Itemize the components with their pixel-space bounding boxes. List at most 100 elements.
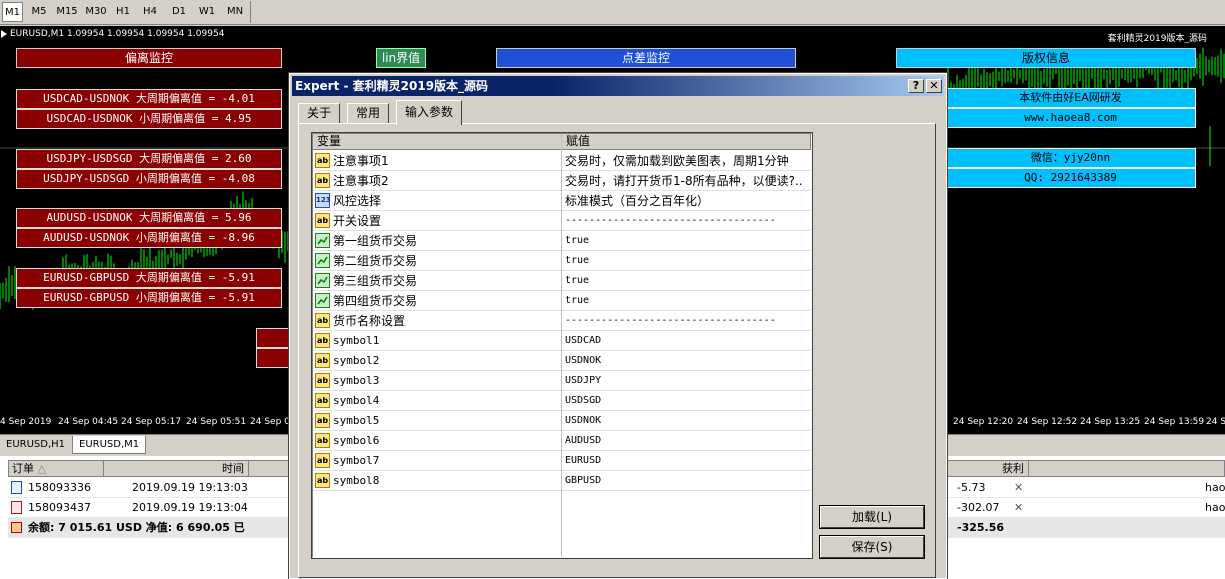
close-button[interactable]: ✕	[926, 79, 942, 93]
input-value[interactable]: EURUSD	[565, 451, 811, 471]
profit-column-header[interactable]: 获利	[949, 461, 1029, 476]
tf-h4-button[interactable]: H4	[139, 2, 161, 22]
close-order-icon[interactable]: ✕	[1014, 478, 1023, 498]
deviation-label: AUDUSD-USDNOK 大周期偏离值 = 5.96	[16, 208, 282, 228]
input-value[interactable]: 交易时，请打开货币1-8所有品种，以便读?..	[565, 171, 811, 191]
time-axis-label: 24 Sep 12:20	[953, 417, 1014, 427]
tf-m5-button[interactable]: M5	[27, 2, 51, 22]
deviation-label: USDCAD-USDNOK 小周期偏离值 = 4.95	[16, 109, 282, 129]
tf-mn-button[interactable]: MN	[222, 2, 248, 22]
input-row[interactable]: 123 风控选择 标准模式（百分之百年化）	[313, 191, 811, 211]
input-value[interactable]: -----------------------------------	[565, 211, 811, 231]
tab-common[interactable]: 常用	[347, 103, 390, 124]
input-value[interactable]: USDSGD	[565, 391, 811, 411]
input-variable-name: 风控选择	[333, 194, 382, 208]
input-value[interactable]: USDNOK	[565, 411, 811, 431]
input-row[interactable]: ab symbol3 USDJPY	[313, 371, 811, 391]
help-button[interactable]: ?	[908, 79, 924, 93]
input-value[interactable]: true	[565, 291, 811, 311]
tab-about[interactable]: 关于	[298, 103, 341, 124]
close-order-icon[interactable]: ✕	[1014, 498, 1023, 518]
input-row[interactable]: ab symbol7 EURUSD	[313, 451, 811, 471]
sort-up-icon: △	[37, 462, 46, 475]
input-variable-name: 第一组货币交易	[333, 234, 418, 248]
input-row[interactable]: 第二组货币交易 true	[313, 251, 811, 271]
string-type-icon: ab	[315, 173, 330, 188]
tf-m30-button[interactable]: M30	[83, 2, 109, 22]
deviation-monitor-button[interactable]: 偏离监控	[16, 48, 282, 68]
time-column-header[interactable]: 时间	[104, 461, 249, 476]
input-row[interactable]: 第一组货币交易 true	[313, 231, 811, 251]
sell-order-icon	[11, 501, 22, 514]
string-type-icon: ab	[315, 213, 330, 228]
input-value[interactable]: -----------------------------------	[565, 311, 811, 331]
input-variable-name: 注意事项1	[333, 154, 389, 168]
dialog-title-bar[interactable]: Expert - 套利精灵2019版本_源码 ? ✕	[292, 76, 944, 96]
input-row[interactable]: ab symbol8 GBPUSD	[313, 471, 811, 491]
order-column-header[interactable]: 订单 △	[9, 461, 104, 476]
input-variable-name: symbol6	[333, 434, 380, 447]
tf-h1-button[interactable]: H1	[112, 2, 134, 22]
input-row[interactable]: ab 开关设置 ----------------------------------…	[313, 211, 811, 231]
input-value[interactable]: USDCAD	[565, 331, 811, 351]
tf-d1-button[interactable]: D1	[166, 2, 192, 22]
tf-m1-button[interactable]: M1	[2, 2, 23, 22]
developer-info-label: 本软件由好EA网研发	[945, 88, 1196, 108]
input-value[interactable]: 交易时，仅需加载到欧美图表，周期1分钟	[565, 151, 811, 171]
input-row[interactable]: ab 注意事项2 交易时，请打开货币1-8所有品种，以便读?..	[313, 171, 811, 191]
save-button[interactable]: 保存(S)	[819, 535, 925, 559]
balance-summary: 余额: 7 015.61 USD 净值: 6 690.05 已	[28, 521, 245, 534]
website-label: www.haoea8.com	[945, 108, 1196, 128]
string-type-icon: ab	[315, 433, 330, 448]
load-button[interactable]: 加载(L)	[819, 505, 925, 529]
input-value[interactable]: true	[565, 271, 811, 291]
mt4-window: M1 M5 M15 M30 H1 H4 D1 W1 MN EURUSD,M1 1…	[0, 0, 1225, 579]
tab-inputs[interactable]: 输入参数	[396, 100, 463, 125]
input-value[interactable]: true	[565, 251, 811, 271]
input-variable-name: symbol3	[333, 374, 380, 387]
input-variable-name: 开关设置	[333, 214, 382, 228]
deviation-label: USDJPY-USDSGD 小周期偏离值 = -4.08	[16, 169, 282, 189]
copyright-info-button[interactable]: 版权信息	[896, 48, 1196, 68]
input-value[interactable]: GBPUSD	[565, 471, 811, 491]
input-row[interactable]: ab symbol2 USDNOK	[313, 351, 811, 371]
buy-order-icon	[11, 481, 22, 494]
input-row[interactable]: 第三组货币交易 true	[313, 271, 811, 291]
chart-tab-eurusd-m1[interactable]: EURUSD,M1	[72, 436, 147, 454]
deviation-label: AUDUSD-USDNOK 小周期偏离值 = -8.96	[16, 228, 282, 248]
deviation-label: EURUSD-GBPUSD 小周期偏离值 = -5.91	[16, 288, 282, 308]
input-value[interactable]: USDJPY	[565, 371, 811, 391]
input-row[interactable]: ab 注意事项1 交易时，仅需加载到欧美图表，周期1分钟	[313, 151, 811, 171]
string-type-icon: ab	[315, 453, 330, 468]
variable-column-header[interactable]: 变量	[313, 134, 562, 150]
chart-triangle-icon	[1, 30, 7, 38]
input-value[interactable]: 标准模式（百分之百年化）	[565, 191, 811, 211]
chart-tab-eurusd-h1[interactable]: EURUSD,H1	[0, 436, 71, 454]
input-row[interactable]: 第四组货币交易 true	[313, 291, 811, 311]
timeframe-toolbar: M1 M5 M15 M30 H1 H4 D1 W1 MN	[0, 0, 1225, 25]
input-value[interactable]: AUDUSD	[565, 431, 811, 451]
bool-type-icon	[315, 293, 330, 308]
input-row[interactable]: ab 货币名称设置 --------------------------------…	[313, 311, 811, 331]
tf-w1-button[interactable]: W1	[194, 2, 220, 22]
value-column-header[interactable]: 赋值	[562, 134, 811, 150]
input-row[interactable]: ab symbol5 USDNOK	[313, 411, 811, 431]
string-type-icon: ab	[315, 413, 330, 428]
line-threshold-button[interactable]: lin界值	[376, 48, 426, 68]
tf-m15-button[interactable]: M15	[54, 2, 80, 22]
input-variable-name: 第三组货币交易	[333, 274, 418, 288]
time-axis-label: 24 Sep 05:51	[186, 417, 247, 427]
deviation-label: USDCAD-USDNOK 大周期偏离值 = -4.01	[16, 89, 282, 109]
input-row[interactable]: ab symbol1 USDCAD	[313, 331, 811, 351]
time-axis-label: 24 Sep 13:25	[1080, 417, 1141, 427]
time-axis-label: 4 Sep 2019	[0, 417, 52, 427]
time-axis-label: 24 S	[1206, 417, 1225, 427]
string-type-icon: ab	[315, 373, 330, 388]
input-row[interactable]: ab symbol4 USDSGD	[313, 391, 811, 411]
input-row[interactable]: ab symbol6 AUDUSD	[313, 431, 811, 451]
input-value[interactable]: true	[565, 231, 811, 251]
input-value[interactable]: USDNOK	[565, 351, 811, 371]
spread-monitor-button[interactable]: 点差监控	[496, 48, 796, 68]
inputs-grid[interactable]: 变量 赋值 ab 注意事项1 交易时，仅需加载到欧美图表，周期1分钟 ab 注意事项2 交…	[311, 132, 813, 559]
bool-type-icon	[315, 233, 330, 248]
